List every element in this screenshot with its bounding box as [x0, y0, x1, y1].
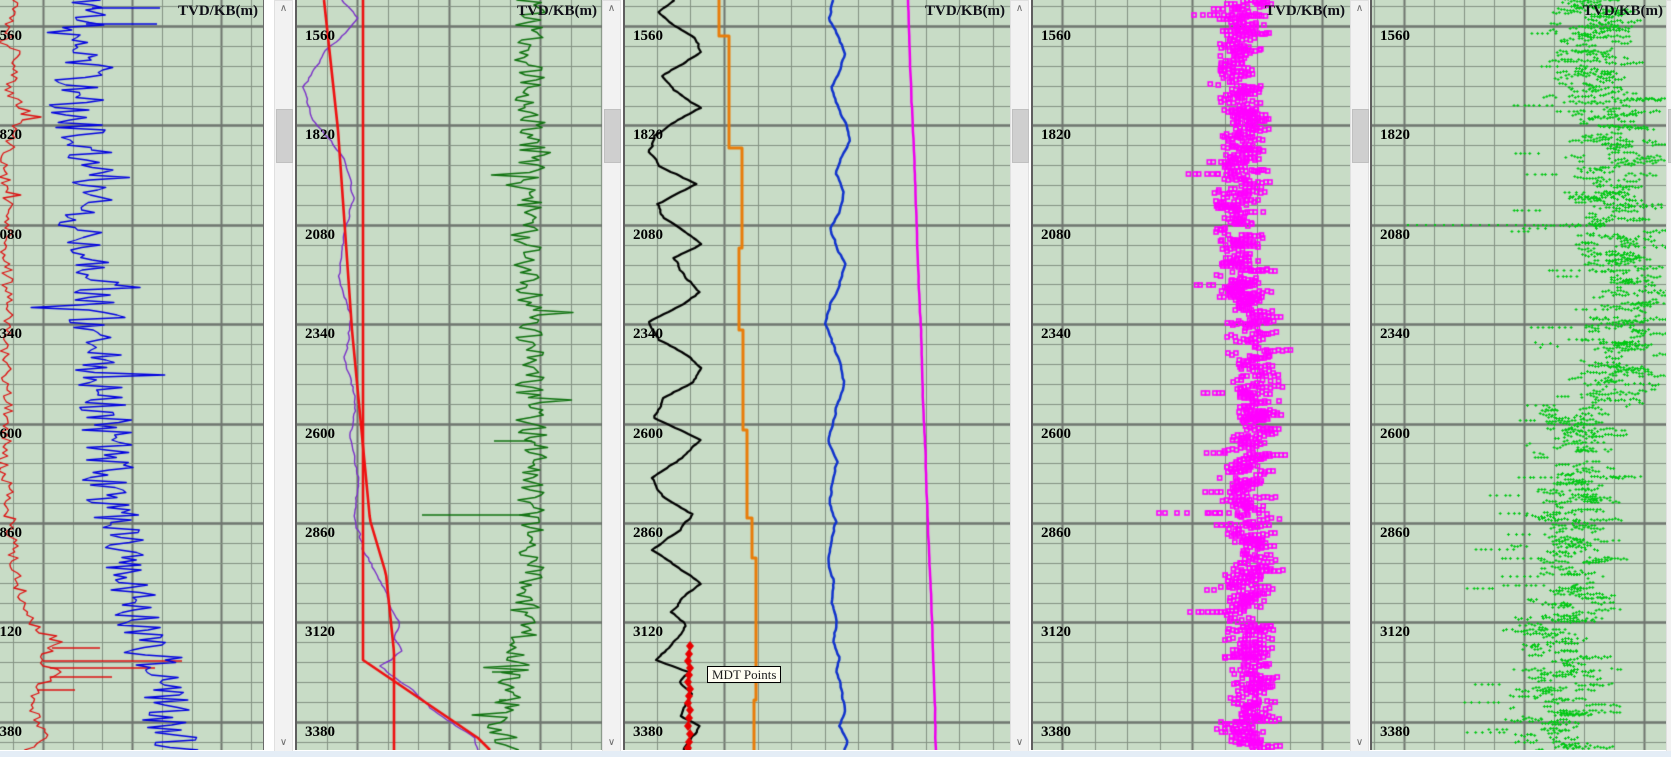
log-track-3: TVD/KB(m) MDT Points 1560 1820 2080 2340 260…: [623, 0, 1029, 757]
scroll-thumb[interactable]: [1012, 109, 1029, 163]
scroll-up-button[interactable]: ∧: [1667, 1, 1671, 17]
depth-label: 2860: [305, 526, 335, 540]
depth-label: 3380: [0, 725, 22, 739]
track-2-plot: TVD/KB(m) 1560 1820 2080 2340 2600 2860 3120 33…: [295, 0, 603, 750]
track-1-depth-header: TVD/KB(m): [178, 3, 258, 20]
depth-label: 3380: [1041, 725, 1071, 739]
depth-label: 2600: [1380, 427, 1410, 441]
depth-label: 2340: [0, 327, 22, 341]
depth-label: 2080: [305, 228, 335, 242]
depth-label: 1560: [305, 29, 335, 43]
depth-label: 3120: [633, 625, 663, 639]
depth-label: 2860: [0, 526, 22, 540]
depth-label: 1820: [0, 128, 22, 142]
scroll-thumb[interactable]: [604, 109, 621, 163]
window-bottom-edge: [0, 751, 1671, 757]
depth-label: 2340: [633, 327, 663, 341]
well-log-viewer: TVD/KB(m) 1560 1820 2080 2340 2600 2860 3120 33…: [0, 0, 1671, 757]
scroll-down-button[interactable]: ∨: [1351, 735, 1368, 751]
depth-label: 3120: [0, 625, 22, 639]
depth-label: 1560: [0, 29, 22, 43]
depth-label: 2600: [633, 427, 663, 441]
log-track-2: TVD/KB(m) 1560 1820 2080 2340 2600 2860 3120 33…: [295, 0, 621, 757]
track-2-depth-header: TVD/KB(m): [517, 3, 597, 20]
depth-label: 1560: [1380, 29, 1410, 43]
depth-label: 2340: [305, 327, 335, 341]
depth-label: 2860: [633, 526, 663, 540]
depth-label: 1820: [305, 128, 335, 142]
scroll-thumb[interactable]: [276, 109, 293, 163]
track-4-scrollbar[interactable]: ∧ ∨: [1350, 0, 1369, 752]
log-track-1: TVD/KB(m) 1560 1820 2080 2340 2600 2860 3120 33…: [0, 0, 293, 757]
track-4-depth-header: TVD/KB(m): [1265, 3, 1345, 20]
scroll-down-button[interactable]: ∨: [275, 735, 292, 751]
track-2-plot-canvas[interactable]: [297, 0, 602, 750]
depth-label: 1820: [633, 128, 663, 142]
track-4-plot: TVD/KB(m) 1560 1820 2080 2340 2600 2860 3120 33…: [1031, 0, 1351, 750]
track-4-plot-canvas[interactable]: [1033, 0, 1350, 750]
depth-label: 2080: [1380, 228, 1410, 242]
track-3-depth-header: TVD/KB(m): [925, 3, 1005, 20]
depth-label: 1560: [1041, 29, 1071, 43]
track-1-plot-canvas[interactable]: [0, 0, 263, 750]
track-3-plot: TVD/KB(m) MDT Points 1560 1820 2080 2340 260…: [623, 0, 1011, 750]
depth-label: 3380: [633, 725, 663, 739]
depth-label: 3120: [1380, 625, 1410, 639]
depth-label: 3380: [305, 725, 335, 739]
scroll-thumb[interactable]: [1352, 109, 1369, 163]
track-5-plot: TVD/KB(m) 1560 1820 2080 2340 2600 2860 3120 33…: [1370, 0, 1669, 750]
depth-label: 2860: [1380, 526, 1410, 540]
depth-label: 3120: [1041, 625, 1071, 639]
track-5-scrollbar[interactable]: ∧ ∨: [1666, 0, 1671, 752]
scroll-down-button[interactable]: ∨: [1011, 735, 1028, 751]
depth-label: 2080: [633, 228, 663, 242]
depth-label: 2600: [1041, 427, 1071, 441]
depth-label: 2860: [1041, 526, 1071, 540]
depth-label: 1820: [1380, 128, 1410, 142]
track-3-plot-canvas[interactable]: [625, 0, 1010, 750]
scroll-up-button[interactable]: ∧: [603, 1, 620, 17]
depth-label: 2080: [1041, 228, 1071, 242]
track-1-scrollbar[interactable]: ∧ ∨: [274, 0, 293, 752]
log-track-5: TVD/KB(m) 1560 1820 2080 2340 2600 2860 3120 33…: [1370, 0, 1671, 757]
depth-label: 2340: [1380, 327, 1410, 341]
depth-label: 2340: [1041, 327, 1071, 341]
track-5-depth-header: TVD/KB(m): [1583, 3, 1663, 20]
depth-label: 2600: [305, 427, 335, 441]
scroll-down-button[interactable]: ∨: [1667, 735, 1671, 751]
depth-label: 2080: [0, 228, 22, 242]
mdt-points-label: MDT Points: [707, 666, 781, 683]
track-3-scrollbar[interactable]: ∧ ∨: [1010, 0, 1029, 752]
depth-label: 3120: [305, 625, 335, 639]
track-5-plot-canvas[interactable]: [1372, 0, 1668, 750]
depth-label: 2600: [0, 427, 22, 441]
depth-label: 1560: [633, 29, 663, 43]
scroll-up-button[interactable]: ∧: [1011, 1, 1028, 17]
depth-label: 3380: [1380, 725, 1410, 739]
scroll-up-button[interactable]: ∧: [1351, 1, 1368, 17]
depth-label: 1820: [1041, 128, 1071, 142]
scroll-down-button[interactable]: ∨: [603, 735, 620, 751]
scroll-up-button[interactable]: ∧: [275, 1, 292, 17]
track-1-plot: TVD/KB(m) 1560 1820 2080 2340 2600 2860 3120 33…: [0, 0, 264, 750]
log-track-4: TVD/KB(m) 1560 1820 2080 2340 2600 2860 3120 33…: [1031, 0, 1369, 757]
track-2-scrollbar[interactable]: ∧ ∨: [602, 0, 621, 752]
